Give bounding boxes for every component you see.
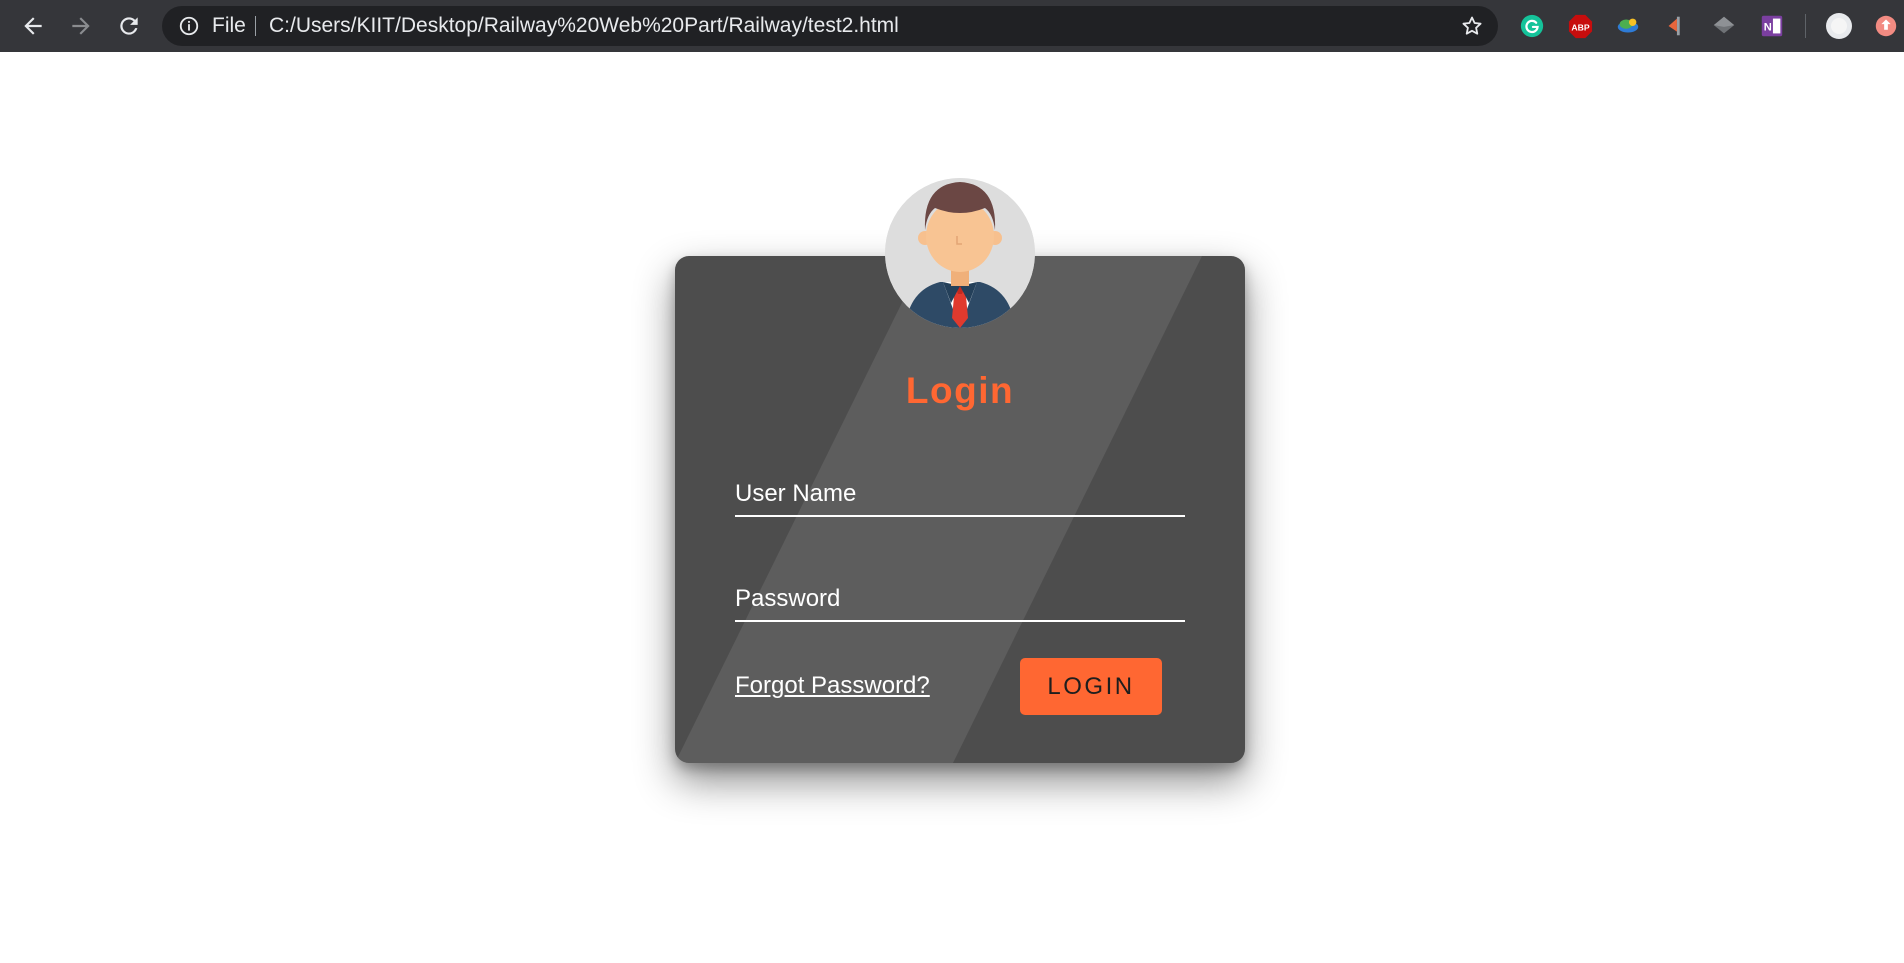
password-field[interactable] (735, 580, 1185, 622)
username-field[interactable] (735, 475, 1185, 517)
forward-arrow-icon (72, 17, 90, 35)
back-arrow-icon (24, 17, 42, 35)
login-title: Login (905, 370, 1015, 411)
grammarly-icon[interactable] (1518, 12, 1546, 40)
globe-extension-icon[interactable] (1614, 12, 1642, 40)
reload-button[interactable] (111, 8, 147, 44)
browser-toolbar: File C:/Users/KIIT/Desktop/Railway%20Web… (0, 0, 1904, 52)
layers-extension-icon[interactable] (1710, 12, 1738, 40)
star-icon[interactable] (1460, 14, 1484, 38)
user-avatar (885, 178, 1035, 328)
svg-text:N: N (1764, 22, 1772, 34)
info-icon[interactable] (178, 15, 200, 37)
update-icon[interactable] (1872, 12, 1900, 40)
businessman-avatar-icon (885, 178, 1035, 328)
password-input[interactable] (735, 580, 1185, 618)
forgot-password-link[interactable]: Forgot Password? (735, 672, 930, 700)
back-button[interactable] (15, 8, 51, 44)
reload-icon (120, 17, 138, 35)
toolbar-divider (1805, 14, 1806, 38)
login-button[interactable]: LOGIN (1020, 658, 1162, 715)
username-input[interactable] (735, 475, 1185, 513)
onenote-icon[interactable]: N (1758, 12, 1786, 40)
adblock-plus-icon[interactable]: ABP (1566, 12, 1594, 40)
profile-avatar-icon[interactable] (1825, 12, 1853, 40)
svg-text:ABP: ABP (1571, 22, 1590, 32)
url-text[interactable]: C:/Users/KIIT/Desktop/Railway%20Web%20Pa… (269, 6, 899, 46)
flag-extension-icon[interactable] (1662, 12, 1690, 40)
address-bar[interactable]: File C:/Users/KIIT/Desktop/Railway%20Web… (162, 6, 1498, 46)
protocol-label: File (212, 14, 246, 37)
address-separator (255, 16, 256, 36)
forward-button[interactable] (63, 8, 99, 44)
